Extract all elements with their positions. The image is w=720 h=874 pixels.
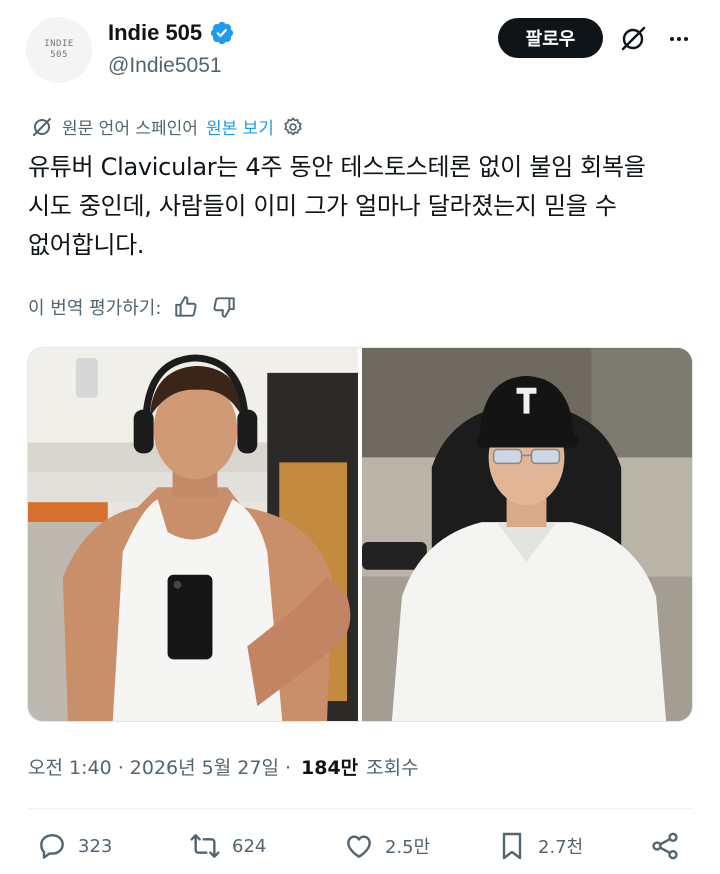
thumbs-up-icon[interactable]: [173, 294, 199, 320]
bookmark-icon: [502, 832, 522, 860]
verified-badge-icon: [211, 21, 234, 45]
share-icon: [652, 832, 678, 860]
repost-icon: [190, 834, 220, 858]
display-name[interactable]: Indie 505: [108, 20, 202, 46]
timestamp[interactable]: 오전 1:40 · 2026년 5월 27일 ·: [28, 753, 291, 780]
photo-left[interactable]: [28, 348, 358, 721]
grok-icon[interactable]: [618, 24, 648, 54]
views-label: 조회수: [366, 757, 419, 779]
reply-button[interactable]: 323: [36, 830, 112, 862]
view-original-link[interactable]: 원본 보기: [206, 114, 274, 139]
dot: [677, 37, 681, 41]
share-button[interactable]: [649, 830, 681, 862]
handle[interactable]: @Indie5051: [108, 54, 222, 78]
reply-icon: [40, 834, 64, 859]
dot: [670, 37, 674, 41]
follow-button[interactable]: 팔로우: [498, 18, 603, 58]
heart-icon: [347, 835, 371, 858]
bookmark-count: 2.7천: [538, 837, 584, 858]
media-grid[interactable]: [27, 347, 693, 722]
rate-translation-label: 이 번역 평가하기:: [28, 298, 162, 319]
action-bar: 323 624 2.5만 2.7천: [28, 830, 693, 872]
rate-translation-row: 이 번역 평가하기:: [28, 294, 237, 320]
like-count: 2.5만: [385, 837, 431, 858]
reply-count: 323: [78, 835, 113, 857]
avatar-text-line2: 505: [50, 50, 68, 60]
like-button[interactable]: 2.5만: [343, 830, 430, 862]
repost-button[interactable]: 624: [188, 830, 266, 862]
original-language-label: 원문 언어 스페인어: [62, 119, 198, 139]
tweet-text: 유튜버 Clavicular는 4주 동안 테스토스테론 없이 불임 회복을 시…: [28, 153, 646, 259]
views-count: 184만: [301, 757, 359, 779]
grok-translate-icon: [33, 117, 51, 136]
photo-right-drawing: [362, 348, 692, 721]
bookmark-button[interactable]: 2.7천: [496, 830, 583, 862]
translation-bar: 원문 언어 스페인어 원본 보기: [30, 114, 304, 139]
dot: [684, 37, 688, 41]
avatar[interactable]: INDIE 505: [26, 17, 92, 83]
photo-right[interactable]: [362, 348, 692, 721]
divider: [28, 808, 693, 809]
thumbs-down-icon[interactable]: [211, 294, 237, 320]
avatar-text-line1: INDIE: [44, 39, 74, 49]
more-options-icon[interactable]: [664, 24, 694, 54]
tweet-meta: 오전 1:40 · 2026년 5월 27일 · 184만 조회수: [28, 753, 419, 780]
repost-count: 624: [232, 835, 267, 857]
gear-icon[interactable]: [282, 116, 304, 138]
photo-left-drawing: [28, 348, 358, 721]
author-name-row[interactable]: Indie 505: [108, 20, 235, 46]
